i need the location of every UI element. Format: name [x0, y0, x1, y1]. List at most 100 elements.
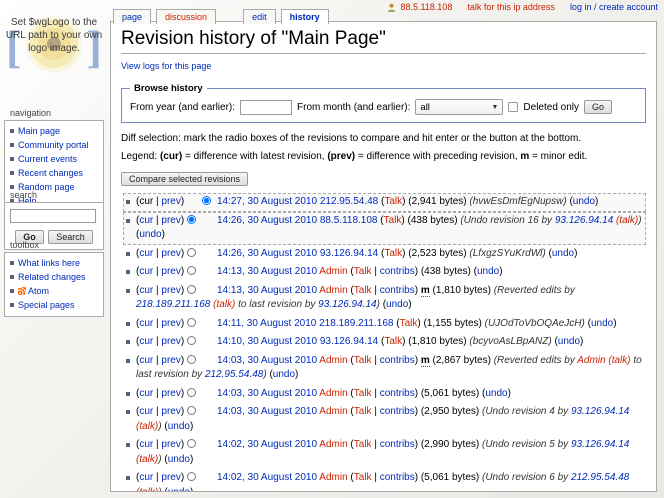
comment-user-link[interactable]: 218.189.211.168 — [136, 299, 210, 310]
wiki-logo[interactable]: [ ] Set $wgLogo to the URL path to your … — [0, 6, 108, 102]
diff-radio[interactable] — [187, 248, 196, 257]
prev-link[interactable]: prev — [161, 248, 180, 259]
revision-date-link[interactable]: 14:02, 30 August 2010 — [217, 472, 317, 483]
undo-link[interactable]: undo — [485, 388, 507, 399]
talk-link[interactable]: Talk — [354, 439, 372, 450]
cur-link[interactable]: cur — [139, 248, 153, 259]
user-link[interactable]: 93.126.94.14 — [320, 336, 378, 347]
contribs-link[interactable]: contribs — [380, 355, 415, 366]
undo-link[interactable]: undo — [477, 266, 499, 277]
prev-link[interactable]: prev — [161, 406, 180, 417]
revision-date-link[interactable]: 14:13, 30 August 2010 — [217, 285, 317, 296]
diff-radio[interactable] — [187, 439, 196, 448]
comment-user-link[interactable]: 93.126.94.14 — [571, 406, 629, 417]
comment-user-link[interactable]: 212.95.54.48 — [205, 369, 263, 380]
prev-link[interactable]: prev — [161, 285, 180, 296]
tab-discussion[interactable]: discussion — [156, 9, 216, 24]
view-logs-link[interactable]: View logs for this page — [121, 61, 211, 71]
user-link[interactable]: Admin — [319, 388, 347, 399]
diff-radio[interactable] — [187, 336, 196, 345]
undo-link[interactable]: undo — [168, 454, 190, 465]
contribs-link[interactable]: contribs — [380, 472, 415, 483]
sidebar-link-current-events[interactable]: Current events — [18, 154, 77, 164]
tab-edit[interactable]: edit — [243, 9, 276, 24]
comment-talk-link[interactable]: (talk) — [136, 454, 158, 465]
compare-selected-button-top[interactable]: Compare selected revisions — [121, 172, 248, 186]
talk-link[interactable]: Talk — [384, 336, 402, 347]
comment-talk-link[interactable]: (talk) — [213, 299, 235, 310]
search-input[interactable] — [10, 209, 96, 223]
comment-talk-link[interactable]: (talk) — [136, 421, 158, 432]
diff-radio[interactable] — [187, 406, 196, 415]
diff-radio[interactable] — [187, 266, 196, 275]
talk-link[interactable]: Talk — [384, 248, 402, 259]
sidebar-link-special-pages[interactable]: Special pages — [18, 300, 75, 310]
browse-go-button[interactable]: Go — [584, 100, 612, 114]
sidebar-link-what-links-here[interactable]: What links here — [18, 258, 80, 268]
cur-link[interactable]: cur — [139, 439, 153, 450]
login-link[interactable]: log in / create account — [570, 2, 658, 12]
tab-page[interactable]: page — [113, 9, 151, 24]
comment-user-link[interactable]: 93.126.94.14 — [318, 299, 376, 310]
user-link[interactable]: Admin — [319, 406, 347, 417]
diff-radio[interactable] — [187, 285, 196, 294]
cur-link[interactable]: cur — [139, 355, 153, 366]
diff-radio[interactable] — [187, 215, 196, 224]
revision-date-link[interactable]: 14:03, 30 August 2010 — [217, 388, 317, 399]
user-link[interactable]: Admin — [319, 439, 347, 450]
talk-link[interactable]: Talk — [384, 196, 402, 207]
cur-link[interactable]: cur — [139, 285, 153, 296]
year-input[interactable] — [240, 100, 292, 115]
undo-link[interactable]: undo — [168, 487, 190, 493]
ip-talk-link[interactable]: talk for this ip address — [467, 2, 555, 12]
user-link[interactable]: 212.95.54.48 — [320, 196, 378, 207]
talk-link[interactable]: Talk — [354, 406, 372, 417]
undo-link[interactable]: undo — [558, 336, 580, 347]
cur-link[interactable]: cur — [139, 215, 153, 226]
prev-link[interactable]: prev — [161, 336, 180, 347]
user-link[interactable]: Admin — [319, 266, 347, 277]
diff-radio[interactable] — [187, 388, 196, 397]
revision-date-link[interactable]: 14:13, 30 August 2010 — [217, 266, 317, 277]
username-link[interactable]: 88.5.118.108 — [400, 2, 452, 12]
cur-link[interactable]: cur — [139, 406, 153, 417]
undo-link[interactable]: undo — [168, 421, 190, 432]
user-link[interactable]: Admin — [319, 355, 347, 366]
prev-link[interactable]: prev — [161, 215, 180, 226]
sidebar-link-related-changes[interactable]: Related changes — [18, 272, 86, 282]
tab-history[interactable]: history — [281, 9, 329, 24]
contribs-link[interactable]: contribs — [380, 388, 415, 399]
undo-link[interactable]: undo — [139, 229, 161, 240]
diff-radio[interactable] — [187, 472, 196, 481]
revision-date-link[interactable]: 14:26, 30 August 2010 — [217, 215, 317, 226]
deleted-only-checkbox[interactable] — [508, 102, 518, 112]
user-link[interactable]: 88.5.118.108 — [320, 215, 378, 226]
sidebar-link-main-page[interactable]: Main page — [18, 126, 60, 136]
prev-link[interactable]: prev — [161, 318, 180, 329]
prev-link[interactable]: prev — [161, 439, 180, 450]
comment-user-link[interactable]: 212.95.54.48 — [571, 472, 629, 483]
undo-link[interactable]: undo — [573, 196, 595, 207]
revision-date-link[interactable]: 14:02, 30 August 2010 — [217, 439, 317, 450]
talk-link[interactable]: Talk — [354, 472, 372, 483]
cur-link[interactable]: cur — [139, 388, 153, 399]
talk-link[interactable]: Talk — [354, 266, 372, 277]
talk-link[interactable]: Talk — [354, 355, 372, 366]
cur-link[interactable]: cur — [139, 318, 153, 329]
comment-talk-link[interactable]: (talk) — [608, 355, 630, 366]
sidebar-link-atom[interactable]: Atom — [28, 286, 49, 296]
sidebar-link-community-portal[interactable]: Community portal — [18, 140, 89, 150]
revision-date-link[interactable]: 14:11, 30 August 2010 — [217, 318, 316, 329]
talk-link[interactable]: Talk — [400, 318, 418, 329]
diff-radio[interactable] — [187, 355, 196, 364]
comment-talk-link[interactable]: (talk) — [136, 487, 158, 493]
contribs-link[interactable]: contribs — [380, 406, 415, 417]
prev-link[interactable]: prev — [161, 196, 180, 207]
comment-talk-link[interactable]: (talk) — [616, 215, 638, 226]
prev-link[interactable]: prev — [161, 472, 180, 483]
comment-user-link[interactable]: 93.126.94.14 — [571, 439, 629, 450]
diff-radio[interactable] — [187, 318, 196, 327]
user-link[interactable]: Admin — [319, 285, 347, 296]
revision-date-link[interactable]: 14:26, 30 August 2010 — [217, 248, 317, 259]
comment-talk-link[interactable]: Admin — [577, 355, 605, 366]
